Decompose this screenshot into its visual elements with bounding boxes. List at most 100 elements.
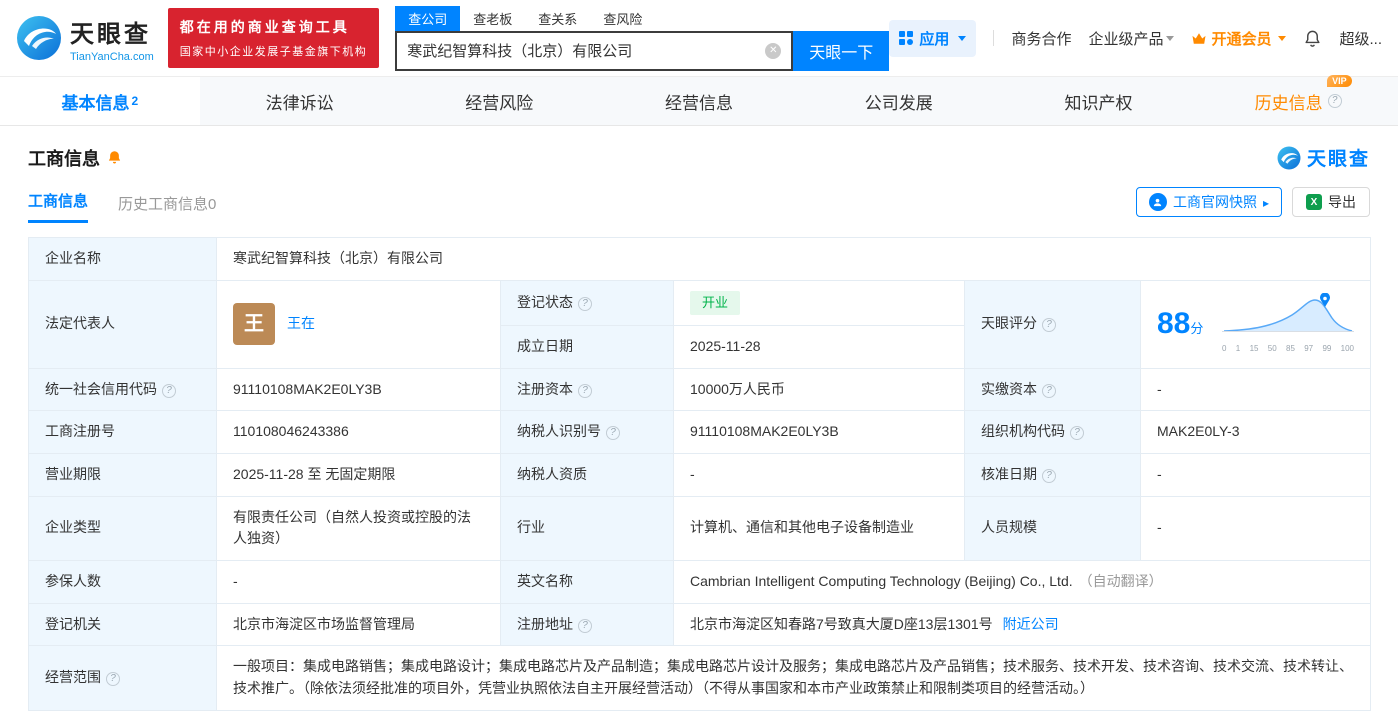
help-icon[interactable] [578, 383, 592, 398]
help-icon[interactable] [578, 296, 592, 311]
field-value-reg-number: 110108046243386 [216, 410, 501, 454]
help-icon[interactable] [1042, 318, 1056, 333]
tab-label: 法律诉讼 [265, 93, 334, 113]
field-value-establish-date: 2025-11-28 [673, 324, 965, 369]
brand-text: 天眼查 [1306, 149, 1370, 170]
top-header: 天眼查 TianYanCha.com 都在用的商业查询工具 国家中小企业发展子基… [0, 0, 1398, 76]
tab-label: 知识产权 [1064, 93, 1133, 113]
table-row: 参保人数 - 英文名称 Cambrian Intelligent Computi… [28, 559, 1372, 604]
table-row: 经营范围 一般项目：集成电路销售；集成电路设计；集成电路芯片及产品制造；集成电路… [28, 645, 1372, 711]
field-label-establish-date: 成立日期 [500, 324, 674, 369]
legal-rep-link[interactable]: 王在 [287, 313, 315, 335]
field-value-staff-size: - [1139, 495, 1372, 561]
search-tab-boss[interactable]: 查老板 [460, 6, 525, 31]
tab-history-info[interactable]: VIP 历史信息 [1198, 74, 1398, 125]
tab-intellectual-property[interactable]: 知识产权 [999, 77, 1199, 125]
official-snapshot-button[interactable]: 工商官网快照 [1135, 187, 1282, 217]
legal-rep-avatar[interactable]: 王 [233, 303, 275, 346]
help-icon[interactable] [1042, 468, 1056, 483]
search-tab-company[interactable]: 查公司 [395, 5, 461, 31]
subtab-row: 工商信息 历史工商信息0 工商官网快照 导出 [28, 187, 1370, 223]
field-value-org-code: MAK2E0LY-3 [1139, 410, 1372, 454]
subtab-business-info[interactable]: 工商信息 [28, 190, 89, 223]
field-label-registry-authority: 登记机关 [28, 602, 217, 647]
nav-divider [993, 30, 995, 46]
tab-label: 公司发展 [864, 93, 933, 113]
field-label-insured-count: 参保人数 [28, 559, 217, 604]
help-icon[interactable] [606, 426, 620, 441]
chevron-down-icon [958, 35, 967, 41]
tab-business-risk[interactable]: 经营风险 [399, 77, 599, 125]
table-row: 登记机关 北京市海淀区市场监督管理局 注册地址 北京市海淀区知春路7号致真大厦D… [28, 602, 1372, 647]
tab-label: 基本信息 [61, 93, 130, 113]
search-tabs: 查公司 查老板 查关系 查风险 [395, 5, 889, 31]
help-icon[interactable] [578, 618, 592, 633]
help-icon[interactable] [162, 383, 176, 398]
field-value-reg-address: 北京市海淀区知春路7号致真大厦D座13层1301号 附近公司 [672, 602, 1372, 647]
field-label-reg-number: 工商注册号 [28, 410, 217, 454]
score-axis-ticks: 01 15 50 85 97 99 100 [1222, 343, 1355, 353]
nearby-companies-link[interactable]: 附近公司 [1003, 616, 1059, 632]
crown-icon [1192, 32, 1206, 44]
clear-search-icon[interactable] [765, 42, 782, 59]
field-value-legal-rep: 王 王在 [216, 279, 501, 369]
tab-label: 经营风险 [465, 93, 534, 113]
help-icon[interactable] [1327, 94, 1342, 108]
field-label-business-term: 营业期限 [28, 452, 217, 497]
chevron-down-icon [1166, 35, 1175, 41]
status-badge: 开业 [690, 290, 741, 315]
subscribe-bell-icon[interactable] [107, 150, 122, 165]
apps-menu[interactable]: 应用 [889, 19, 977, 57]
field-value-approval-date: - [1139, 452, 1372, 497]
section-header: 工商信息 天眼查 [28, 144, 1370, 171]
nav-business-cooperation[interactable]: 商务合作 [1011, 28, 1071, 49]
search-input[interactable] [407, 42, 766, 59]
tab-legal-litigation[interactable]: 法律诉讼 [200, 77, 400, 125]
table-row: 企业名称 寒武纪智算科技（北京）有限公司 [28, 237, 1372, 281]
help-icon[interactable] [1070, 426, 1084, 441]
tianyancha-logo[interactable]: 天眼查 TianYanCha.com [16, 14, 154, 63]
nav-enterprise-product[interactable]: 企业级产品 [1088, 28, 1175, 49]
tab-label: 经营信息 [665, 93, 734, 113]
tianyancha-logo-icon [17, 16, 61, 60]
field-value-company-name: 寒武纪智算科技（北京）有限公司 [215, 237, 1372, 281]
field-label-credit-code: 统一社会信用代码 [28, 367, 217, 412]
promo-line-1: 都在用的商业查询工具 [179, 19, 350, 35]
apps-grid-icon [899, 31, 914, 45]
subtab-history-business-info[interactable]: 历史工商信息0 [118, 193, 216, 223]
tab-business-info[interactable]: 经营信息 [599, 77, 799, 125]
field-label-legal-rep: 法定代表人 [28, 279, 217, 369]
field-value-tyc-score: 88分 01 15 50 85 97 99 100 [1139, 279, 1372, 369]
help-icon[interactable] [106, 672, 120, 687]
nav-super[interactable]: 超级... [1339, 28, 1382, 49]
promo-banner: 都在用的商业查询工具 国家中小企业发展子基金旗下机构 [167, 8, 380, 68]
table-row: 企业类型 有限责任公司（自然人投资或控股的法人独资） 行业 计算机、通信和其他电… [28, 495, 1372, 561]
field-value-credit-code: 91110108MAK2E0LY3B [216, 367, 501, 412]
export-button[interactable]: 导出 [1292, 187, 1370, 217]
field-label-business-scope: 经营范围 [28, 645, 217, 711]
search-tab-relation[interactable]: 查关系 [525, 6, 590, 31]
table-row: 统一社会信用代码 91110108MAK2E0LY3B 注册资本 10000万人… [28, 367, 1372, 412]
field-value-industry: 计算机、通信和其他电子设备制造业 [673, 495, 965, 561]
table-row: 法定代表人 王 王在 登记状态 开业 天眼评分 88分 [28, 279, 1372, 369]
tab-company-development[interactable]: 公司发展 [799, 77, 999, 125]
notification-bell-icon[interactable] [1303, 29, 1322, 48]
field-label-approval-date: 核准日期 [964, 452, 1141, 497]
field-label-industry: 行业 [500, 495, 674, 561]
snapshot-label: 工商官网快照 [1172, 194, 1257, 210]
nav-open-vip[interactable]: 开通会员 [1191, 28, 1287, 49]
tab-badge: 2 [131, 94, 139, 108]
field-value-taxpayer-id: 91110108MAK2E0LY3B [673, 410, 965, 454]
tab-basic-info[interactable]: 基本信息 2 [0, 77, 200, 125]
table-row: 工商注册号 110108046243386 纳税人识别号 91110108MAK… [28, 410, 1372, 454]
field-value-registry-authority: 北京市海淀区市场监督管理局 [216, 602, 501, 647]
excel-icon [1306, 194, 1322, 210]
search-area: 查公司 查老板 查关系 查风险 天眼一下 [395, 5, 890, 71]
search-button[interactable]: 天眼一下 [793, 30, 890, 71]
section-brand: 天眼查 [1277, 144, 1370, 171]
promo-line-2: 国家中小企业发展子基金旗下机构 [179, 46, 368, 58]
company-nav-tabs: 基本信息 2 法律诉讼 经营风险 经营信息 公司发展 知识产权 VIP 历史信息 [0, 74, 1398, 126]
field-label-reg-status: 登记状态 [500, 279, 674, 326]
help-icon[interactable] [1042, 383, 1056, 398]
search-tab-risk[interactable]: 查风险 [590, 6, 655, 31]
